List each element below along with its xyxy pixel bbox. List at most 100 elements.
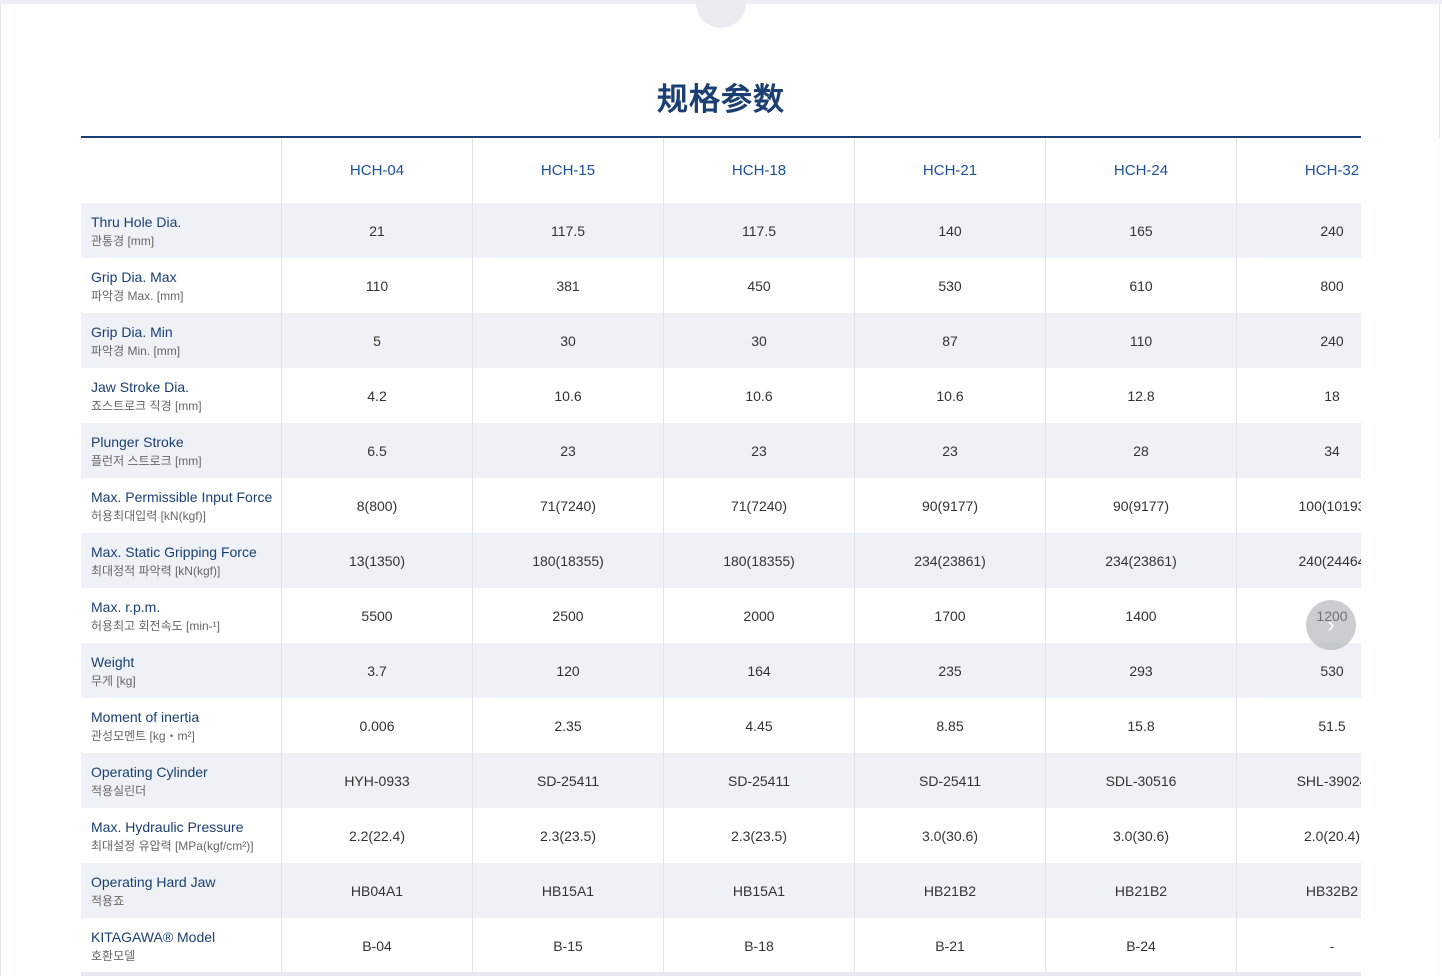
row-label: Thru Hole Dia. 관통경 [mm] (81, 203, 281, 258)
table-row: Moment of inertia 관성모멘트 [kg・m²] 0.006 2.35 4… (81, 698, 1361, 753)
table-cell: 5500 (281, 588, 472, 643)
table-cell: 117.5 (472, 203, 663, 258)
table-row: Operating Cylinder 적용실린더 HYH-0933 SD-25411 S… (81, 753, 1361, 808)
table-row: Max. Permissible Input Force 허용최대입력 [kN(k… (81, 478, 1361, 533)
table-cell: 90(9177) (854, 478, 1045, 533)
table-cell: 8(800) (281, 478, 472, 533)
row-label-en: Grip Dia. Min (91, 323, 173, 340)
table-cell: SD-25411 (854, 753, 1045, 808)
table-cell: B-18 (663, 918, 854, 973)
table-cell: 4.2 (281, 368, 472, 423)
row-label: Max. Permissible Input Force 허용최대입력 [kN(k… (81, 478, 281, 533)
table-cell: HB32B2 (1236, 863, 1361, 918)
row-label-ko: 호환모델 (91, 948, 136, 963)
row-label-en: Max. Hydraulic Pressure (91, 818, 244, 835)
table-cell: B-15 (472, 918, 663, 973)
table-cell: 6.5 (281, 423, 472, 478)
table-cell: SD-25411 (472, 753, 663, 808)
table-row: Max. r.p.m. 허용최고 회전속도 [min-¹] 5500 2500 2000… (81, 588, 1361, 643)
row-label-ko: 죠스트로크 직경 [mm] (91, 398, 202, 413)
table-cell: 0.006 (281, 698, 472, 753)
table-cell: 28 (1045, 423, 1236, 478)
row-label: KITAGAWA® Model 호환모델 (81, 918, 281, 973)
table-cell: 2.3(23.5) (472, 808, 663, 863)
page-title: 规格参数 (657, 82, 785, 117)
table-row: KITAGAWA® Model 호환모델 B-04 B-15 B-18 B-21 B-24- (81, 918, 1361, 973)
table-cell: 240(24464 (1236, 533, 1361, 588)
table-cell: 90(9177) (1045, 478, 1236, 533)
table-cell: 3.0(30.6) (854, 808, 1045, 863)
row-label-en: Max. r.p.m. (91, 598, 161, 615)
table-cell: 120 (472, 643, 663, 698)
table-cell: 1700 (854, 588, 1045, 643)
row-label-ko: 파악경 Min. [mm] (91, 343, 181, 358)
row-label-en: Thru Hole Dia. (91, 213, 182, 230)
table-cell: 2000 (663, 588, 854, 643)
table-cell: 450 (663, 258, 854, 313)
table-cell: 234(23861) (1045, 533, 1236, 588)
model-header: HCH-24 (1045, 138, 1236, 203)
chevron-right-icon: › (1327, 612, 1335, 637)
table-cell: 610 (1045, 258, 1236, 313)
table-cell: SDL-30516 (1045, 753, 1236, 808)
table-cell: 234(23861) (854, 533, 1045, 588)
row-label-en: Max. Static Gripping Force (91, 543, 257, 560)
table-cell: 71(7240) (663, 478, 854, 533)
table-cell: 23 (663, 423, 854, 478)
row-label-en: KITAGAWA® Model (91, 928, 216, 945)
next-button[interactable]: › (1306, 600, 1356, 650)
table-cell: 30 (663, 313, 854, 368)
table-cell: HB21B2 (1045, 863, 1236, 918)
row-label-en: Weight (91, 653, 135, 670)
table-cell: HB04A1 (281, 863, 472, 918)
table-row: Weight 무게 [kg] 3.7 120 164 235 293 530 (81, 643, 1361, 698)
row-label-en: Grip Dia. Max (91, 268, 177, 285)
table-row: Thru Hole Dia. 관통경 [mm] 21 117.5 117.5 140 165… (81, 203, 1361, 258)
row-label: Grip Dia. Max 파악경 Max. [mm] (81, 258, 281, 313)
table-row: Grip Dia. Min 파악경 Min. [mm] 5 30 30 87 110 240 (81, 313, 1361, 368)
row-label-ko: 관통경 [mm] (91, 233, 155, 248)
row-label-en: Jaw Stroke Dia. (91, 378, 190, 395)
model-header: HCH-04 (281, 138, 472, 203)
model-header: HCH-18 (663, 138, 854, 203)
table-row: Max. Static Gripping Force 최대정적 파악력 [kN(k… (81, 533, 1361, 588)
table-cell: SHL-39024 (1236, 753, 1361, 808)
row-label-ko: 적용죠 (91, 893, 125, 908)
row-label: Moment of inertia 관성모멘트 [kg・m²] (81, 698, 281, 753)
table-cell: B-24 (1045, 918, 1236, 973)
row-label: Max. Static Gripping Force 최대정적 파악력 [kN(k… (81, 533, 281, 588)
table-cell: 71(7240) (472, 478, 663, 533)
row-label-ko: 파악경 Max. [mm] (91, 288, 184, 303)
table-cell: 4.45 (663, 698, 854, 753)
table-cell: 5 (281, 313, 472, 368)
row-label-ko: 관성모멘트 [kg・m²] (91, 728, 195, 743)
row-label-ko: 플런저 스트로크 [mm] (91, 453, 202, 468)
table-cell: 165 (1045, 203, 1236, 258)
table-cell: 140 (854, 203, 1045, 258)
table-cell: 1400 (1045, 588, 1236, 643)
row-label: Weight 무게 [kg] (81, 643, 281, 698)
table-cell: 110 (1045, 313, 1236, 368)
spec-table[interactable]: HCH-04 HCH-15 HCH-18 HCH-21 HCH-24 HCH-32 Thru… (81, 136, 1361, 978)
table-cell: HB15A1 (472, 863, 663, 918)
table-cell: 180(18355) (663, 533, 854, 588)
table-cell: 15.8 (1045, 698, 1236, 753)
table-cell: SD-25411 (663, 753, 854, 808)
table-cell: 13(1350) (281, 533, 472, 588)
row-label: Jaw Stroke Dia. 죠스트로크 직경 [mm] (81, 368, 281, 423)
row-label-en: Max. Permissible Input Force (91, 488, 273, 505)
table-cell: 110 (281, 258, 472, 313)
row-label: Max. Hydraulic Pressure 최대설정 유압력 [MPa(kgf… (81, 808, 281, 863)
row-label: Operating Hard Jaw 적용죠 (81, 863, 281, 918)
row-label-en: Operating Hard Jaw (91, 873, 216, 890)
row-label-en: Plunger Stroke (91, 433, 184, 450)
table-cell: 2.2(22.4) (281, 808, 472, 863)
model-header: HCH-15 (472, 138, 663, 203)
table-cell: 2.0(20.4) (1236, 808, 1361, 863)
row-label-ko: 적용실린더 (91, 783, 147, 798)
row-label-en: Operating Cylinder (91, 763, 208, 780)
table-cell: 2.35 (472, 698, 663, 753)
table-cell: 2.3(23.5) (663, 808, 854, 863)
model-header: HCH-32 (1236, 138, 1361, 203)
table-row: Operating Hard Jaw 적용죠 HB04A1 HB15A1 HB15A1 H… (81, 863, 1361, 918)
